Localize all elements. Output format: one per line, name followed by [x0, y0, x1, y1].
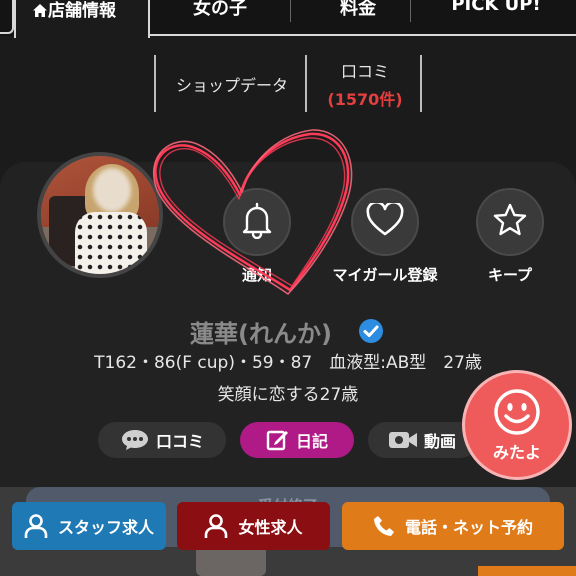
subnav-review-count: (1570件) — [327, 90, 403, 109]
subnav-divider — [154, 55, 156, 112]
female-recruit-label: 女性求人 — [238, 518, 303, 537]
avatar-face-blurred — [93, 168, 131, 212]
notify-button[interactable]: 通知 — [222, 188, 292, 285]
bottom-strip — [478, 566, 576, 576]
avatar-body — [75, 212, 147, 274]
video-pill-label: 動画 — [424, 432, 457, 451]
review-pill-button[interactable]: 口コミ — [98, 422, 226, 458]
tab-store-info[interactable]: 店舗情報 — [14, 0, 150, 38]
female-recruit-button[interactable]: 女性求人 — [177, 502, 330, 550]
avatar[interactable] — [37, 152, 163, 278]
mitayo-button[interactable]: みたよ — [462, 370, 572, 480]
keep-label: キープ — [487, 266, 533, 284]
review-pill-label: 口コミ — [155, 432, 204, 451]
tab-divider — [290, 0, 291, 22]
tab-store-info-label: 店舗情報 — [48, 1, 116, 21]
bell-icon — [239, 201, 275, 243]
top-tab-bar: 店舗情報 女の子 料金 PICK UP! — [0, 0, 576, 38]
my-girl-label: マイガール登録 — [332, 266, 438, 284]
tab-divider — [410, 0, 411, 22]
person-icon — [24, 513, 48, 539]
tab-pickup-label: PICK UP! — [451, 0, 541, 15]
phone-icon — [373, 515, 395, 537]
tab-price[interactable]: 料金 — [330, 0, 386, 20]
subnav-shop-data[interactable]: ショップデータ — [162, 72, 302, 96]
person-icon — [204, 513, 228, 539]
chat-bubble-icon — [120, 428, 150, 452]
edit-icon — [266, 428, 290, 452]
girl-stats: T162・86(F cup)・59・87 血液型:AB型 27歳 — [94, 353, 482, 373]
diary-pill-label: 日記 — [295, 432, 328, 451]
keep-button[interactable]: キープ — [474, 188, 546, 285]
video-camera-icon — [388, 430, 418, 450]
smile-icon — [465, 387, 569, 441]
my-girl-circle — [351, 188, 419, 256]
mitayo-label: みたよ — [492, 443, 541, 462]
phone-net-reserve-label: 電話・ネット予約 — [404, 518, 533, 537]
tab-underline — [148, 34, 576, 36]
heart-icon — [366, 200, 404, 241]
keep-circle — [476, 188, 544, 256]
phone-net-reserve-button[interactable]: 電話・ネット予約 — [342, 502, 564, 550]
subnav-divider — [420, 55, 422, 112]
verified-icon — [358, 318, 384, 348]
subnav-review-link[interactable]: 口コミ (1570件) — [310, 58, 420, 110]
tab-pickup[interactable]: PICK UP! — [446, 0, 546, 15]
notify-circle — [223, 188, 291, 256]
tab-girls[interactable]: 女の子 — [188, 0, 252, 20]
diary-pill-button[interactable]: 日記 — [240, 422, 354, 458]
staff-recruit-button[interactable]: スタッフ求人 — [12, 502, 166, 550]
home-icon — [32, 3, 48, 23]
tab-girls-label: 女の子 — [193, 0, 247, 19]
staff-recruit-label: スタッフ求人 — [57, 518, 154, 537]
tab-price-label: 料金 — [340, 0, 376, 19]
star-icon — [492, 202, 528, 242]
tab-edge — [0, 0, 14, 34]
subnav-review-label: 口コミ — [340, 62, 389, 81]
notify-label: 通知 — [241, 266, 272, 284]
girl-name: 蓮華(れんか) — [190, 320, 332, 348]
my-girl-register-button[interactable]: マイガール登録 — [330, 188, 440, 285]
subnav-divider — [305, 55, 307, 112]
